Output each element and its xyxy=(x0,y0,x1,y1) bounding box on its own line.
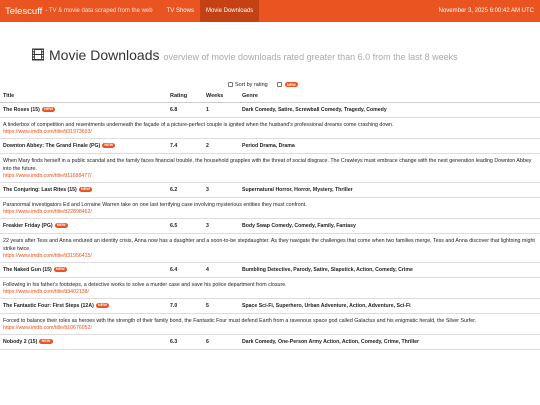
movie-rating: 6.4 xyxy=(170,267,178,273)
movie-weeks: 3 xyxy=(206,223,209,229)
movie-description: When Mary finds herself in a public scan… xyxy=(3,158,532,172)
movie-entry: The Fantastic Four: First Steps (12A) NEW… xyxy=(0,299,540,335)
movie-description: A tinderbox of competition and resentmen… xyxy=(3,122,394,128)
movie-title-cell: The Fantastic Four: First Steps (12A) NEW xyxy=(3,302,110,309)
movie-description: 22 years after Tess and Anna endured an … xyxy=(3,238,535,252)
movie-genre: Space Sci-Fi, Superhero, Urban Adventure… xyxy=(242,303,411,309)
nav-link-label[interactable]: TV Shows xyxy=(167,8,194,14)
table-row: The Roses (15) NEW 6.8 1 Dark Comedy, Sat… xyxy=(0,103,540,117)
table-row: The Fantastic Four: First Steps (12A) NEW… xyxy=(0,299,540,313)
movie-entry: The Roses (15) NEW 6.8 1 Dark Comedy, Sat… xyxy=(0,103,540,139)
column-header-rating[interactable]: Rating xyxy=(170,93,187,99)
movie-title-cell: The Naked Gun (15) NEW xyxy=(3,266,67,273)
movie-title: Freakier Friday (PG) xyxy=(3,223,53,229)
movie-genre: Supernatural Horror, Horror, Mystery, Th… xyxy=(242,187,353,193)
table-row: Downton Abbey: The Grand Finale (PG) NEW … xyxy=(0,139,540,153)
movie-weeks: 6 xyxy=(206,339,209,345)
movie-entry: Nobody 2 (15) NEW 6.3 6 Dark Comedy, One-… xyxy=(0,335,540,350)
imdb-link[interactable]: https://www.imdb.com/title/tt10676052/ xyxy=(3,325,537,332)
new-badge: NEW xyxy=(53,266,67,272)
movie-weeks: 1 xyxy=(206,107,209,113)
movie-title-cell: The Roses (15) NEW xyxy=(3,106,56,113)
new-badge: NEW xyxy=(41,106,56,112)
column-header-weeks[interactable]: Weeks xyxy=(206,93,223,99)
movie-title-cell: Downton Abbey: The Grand Finale (PG) NEW xyxy=(3,142,116,149)
column-header-genre[interactable]: Genre xyxy=(242,93,258,99)
movie-genre: Dark Comedy, Satire, Screwball Comedy, T… xyxy=(242,107,387,113)
movie-genre: Body Swap Comedy, Comedy, Family, Fantas… xyxy=(242,223,356,229)
movie-description-row: When Mary finds herself in a public scan… xyxy=(0,153,540,182)
movie-description: Paranormal investigators Ed and Lorraine… xyxy=(3,202,307,208)
film-icon xyxy=(32,48,44,61)
movie-title: The Fantastic Four: First Steps (12A) xyxy=(3,303,94,309)
movie-title: Downton Abbey: The Grand Finale (PG) xyxy=(3,143,101,149)
new-badge: NEW xyxy=(102,142,116,148)
movie-description-row: Forced to balance their roles as heroes … xyxy=(0,313,540,334)
movie-rating: 7.4 xyxy=(170,143,178,149)
movie-weeks: 5 xyxy=(206,303,209,309)
movies-table: Title Rating Weeks Genre The Roses (15) N… xyxy=(0,89,540,350)
page-header: Movie Downloads overview of movie downlo… xyxy=(0,47,540,71)
column-header-title[interactable]: Title xyxy=(3,93,14,99)
imdb-link[interactable]: https://www.imdb.com/title/tt3402138/ xyxy=(3,289,537,296)
imdb-link[interactable]: https://www.imdb.com/title/tt22898462/ xyxy=(3,209,537,216)
new-badge: NEW xyxy=(95,302,110,308)
new-badge: NEW xyxy=(284,81,298,88)
movie-entry: Downton Abbey: The Grand Finale (PG) NEW … xyxy=(0,139,540,183)
movie-title: The Roses (15) xyxy=(3,107,40,113)
movie-entry: The Naked Gun (15) NEW 6.4 4 Bumbling Det… xyxy=(0,263,540,299)
movie-title: Nobody 2 (15) xyxy=(3,339,38,345)
new-badge: NEW xyxy=(39,338,53,344)
movie-description-row: Paranormal investigators Ed and Lorraine… xyxy=(0,197,540,218)
movie-title: The Conjuring: Last Rites (15) xyxy=(3,187,77,193)
new-badge: NEW xyxy=(78,186,93,192)
movie-entry: Freakier Friday (PG) NEW 6.5 3 Body Swap … xyxy=(0,219,540,263)
datetime-text: November 3, 2025 6:00:42 AM UTC xyxy=(438,8,534,14)
sort-by-rating-label[interactable]: Sort by rating xyxy=(235,82,268,88)
movie-weeks: 2 xyxy=(206,143,209,149)
movie-rating: 6.5 xyxy=(170,223,178,229)
movie-description-row: Following in his father's footsteps, a d… xyxy=(0,277,540,298)
movie-description: Following in his father's footsteps, a d… xyxy=(3,282,287,288)
sort-by-rating-checkbox[interactable] xyxy=(228,82,233,87)
brand-name[interactable]: Telescuff xyxy=(5,6,42,17)
movie-entry: The Conjuring: Last Rites (15) NEW 6.2 3 … xyxy=(0,183,540,219)
movie-title: The Naked Gun (15) xyxy=(3,267,52,273)
filter-controls: Sort by rating NEW xyxy=(0,80,540,89)
nav-link-tv-shows[interactable]: TV Shows xyxy=(161,0,200,22)
movie-rating: 6.2 xyxy=(170,187,178,193)
table-header: Title Rating Weeks Genre xyxy=(0,89,540,103)
new-only-checkbox[interactable] xyxy=(276,82,282,87)
top-navbar: Telescuff - TV & movie data scraped from… xyxy=(0,0,540,22)
movie-weeks: 4 xyxy=(206,267,209,273)
nav-link-movie-downloads[interactable]: Movie Downloads xyxy=(199,0,260,22)
table-row: The Conjuring: Last Rites (15) NEW 6.2 3 … xyxy=(0,183,540,197)
new-badge: NEW xyxy=(54,222,68,228)
imdb-link[interactable]: https://www.imdb.com/title/tt11688477/ xyxy=(3,173,537,180)
table-row: Nobody 2 (15) NEW 6.3 6 Dark Comedy, One-… xyxy=(0,335,540,349)
movie-weeks: 3 xyxy=(206,187,209,193)
table-row: Freakier Friday (PG) NEW 6.5 3 Body Swap … xyxy=(0,219,540,233)
movie-genre: Bumbling Detective, Parody, Satire, Slap… xyxy=(242,267,413,273)
movie-genre: Period Drama, Drama xyxy=(242,143,295,149)
page-title: Movie Downloads xyxy=(49,47,160,63)
movie-rating: 6.3 xyxy=(170,339,178,345)
brand-tagline: - TV & movie data scraped from the web xyxy=(45,8,153,14)
current-datetime: November 3, 2025 6:00:42 AM UTC xyxy=(439,0,540,22)
movie-rating: 6.8 xyxy=(170,107,178,113)
movie-genre: Dark Comedy, One-Person Army Action, Act… xyxy=(242,339,420,345)
movie-title-cell: Freakier Friday (PG) NEW xyxy=(3,222,68,229)
movie-title-cell: Nobody 2 (15) NEW xyxy=(3,338,53,345)
movie-description-row: A tinderbox of competition and resentmen… xyxy=(0,117,540,138)
table-row: The Naked Gun (15) NEW 6.4 4 Bumbling Det… xyxy=(0,263,540,277)
nav-link-label[interactable]: Movie Downloads xyxy=(206,8,253,14)
movie-rating: 7.0 xyxy=(170,303,178,309)
movie-title-cell: The Conjuring: Last Rites (15) NEW xyxy=(3,186,93,193)
movie-description-row: 22 years after Tess and Anna endured an … xyxy=(0,233,540,262)
imdb-link[interactable]: https://www.imdb.com/title/tt31956415/ xyxy=(3,253,537,260)
imdb-link[interactable]: https://www.imdb.com/title/tt31973693/ xyxy=(3,129,537,136)
movie-description: Forced to balance their roles as heroes … xyxy=(3,318,477,324)
page-subtitle: overview of movie downloads rated greate… xyxy=(163,52,458,62)
brand[interactable]: Telescuff - TV & movie data scraped from… xyxy=(0,0,161,22)
